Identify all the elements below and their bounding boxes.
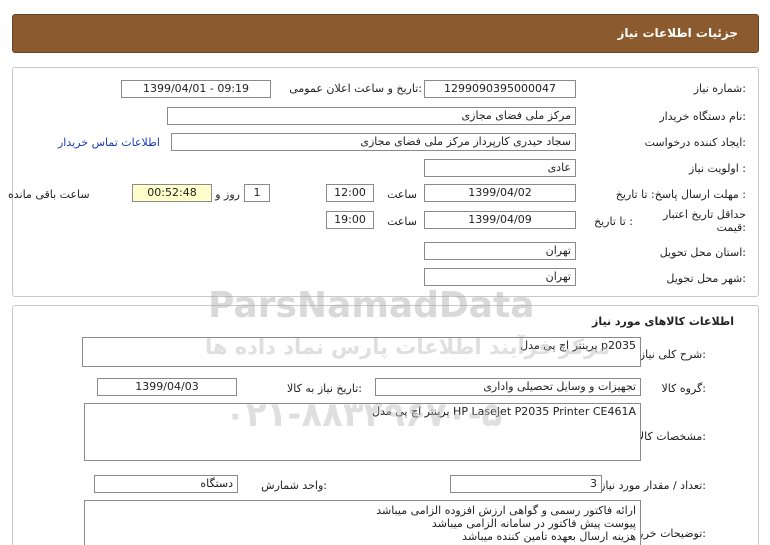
buyer-contact-link[interactable]: اطلاعات تماس خریدار [58, 136, 160, 149]
notes-field[interactable]: ارائه فاکتور رسمی و گواهی ارزش افزوده ال… [84, 500, 641, 545]
province-field[interactable]: تهران [424, 242, 576, 260]
validity-label: حداقل تاریخ اعتبار قیمت: [662, 208, 746, 234]
need-date-field[interactable]: 1399/04/03 [97, 378, 237, 396]
remaining-time-label: ساعت باقی مانده [8, 188, 90, 201]
unit-field[interactable]: دستگاه [94, 475, 238, 493]
note-line: پیوست پیش فاکتور در سامانه الزامی میباشد [431, 517, 636, 530]
validity-time-label: ساعت [387, 215, 417, 228]
reply-time-label: ساعت [387, 188, 417, 201]
announce-label: تاریخ و ساعت اعلان عمومی: [289, 82, 422, 95]
summary-field[interactable]: پرینتر اچ پی مدل p2035 [82, 337, 641, 367]
validity-date-label: تا تاریخ : [594, 215, 633, 228]
need-date-label: تاریخ نیاز به کالا: [287, 382, 362, 395]
province-label: استان محل تحویل: [659, 246, 746, 259]
summary-label: شرح کلی نیاز: [639, 348, 706, 361]
days-remaining-field[interactable]: 1 [244, 184, 270, 202]
priority-field[interactable]: عادی [424, 159, 576, 177]
goods-section-title: اطلاعات کالاهای مورد نیاز [592, 315, 734, 328]
requester-field[interactable]: سجاد حیدری کارپرداز مرکز ملی فضای مجازی [171, 133, 576, 151]
need-number-field[interactable]: 1299090395000047 [424, 80, 576, 98]
remaining-time-field: 00:52:48 [132, 184, 212, 202]
reply-date-field[interactable]: 1399/04/02 [424, 184, 576, 202]
reply-deadline-label: مهلت ارسال پاسخ: تا تاریخ : [615, 188, 746, 201]
qty-label: تعداد / مقدار مورد نیاز: [600, 479, 706, 492]
reply-time-field[interactable]: 12:00 [326, 184, 374, 202]
note-line: ارائه فاکتور رسمی و گواهی ارزش افزوده ال… [376, 504, 636, 517]
requester-label: ایجاد کننده درخواست: [644, 136, 746, 149]
group-label: گروه کالا: [661, 382, 706, 395]
note-line: هزینه ارسال بعهده تامین کننده میباشد [462, 530, 636, 543]
unit-label: واحد شمارش: [261, 479, 327, 492]
general-info-panel [12, 67, 759, 297]
group-field[interactable]: تجهیزات و وسایل تحصیلی واداری [375, 378, 641, 396]
city-field[interactable]: تهران [424, 268, 576, 286]
city-label: شهر محل تحویل: [666, 272, 746, 285]
qty-field[interactable]: 3 [450, 475, 602, 493]
need-number-label: شماره نیاز: [693, 82, 746, 95]
priority-label: اولویت نیاز : [688, 162, 746, 175]
page-header: جزئیات اطلاعات نیاز [12, 14, 759, 53]
validity-date-field[interactable]: 1399/04/09 [424, 211, 576, 229]
buyer-org-label: نام دستگاه خریدار: [659, 110, 746, 123]
validity-time-field[interactable]: 19:00 [326, 211, 374, 229]
buyer-org-field[interactable]: مرکز ملی فضای مجازی [167, 107, 576, 125]
announce-field[interactable]: 1399/04/01 - 09:19 [121, 80, 271, 98]
days-label: روز و [215, 188, 240, 201]
page-title: جزئیات اطلاعات نیاز [617, 26, 738, 40]
specs-field[interactable]: پرینتر اچ پی مدل HP LaseJet P2035 Printe… [84, 403, 641, 461]
